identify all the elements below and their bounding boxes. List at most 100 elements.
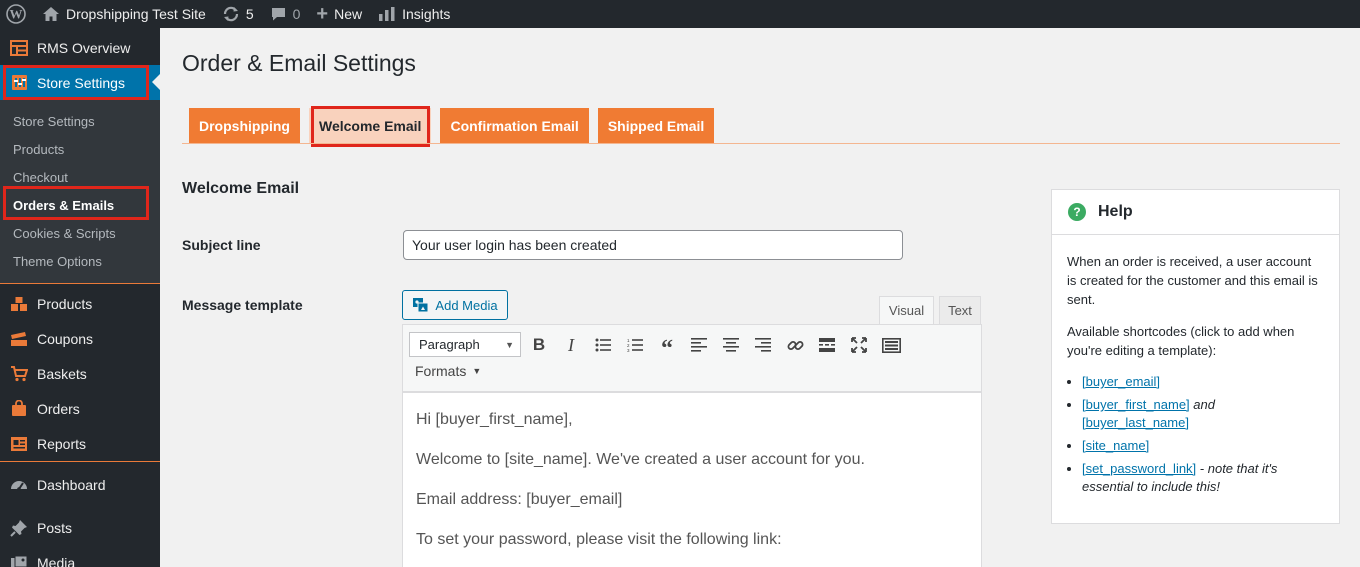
menu-separator <box>0 502 160 510</box>
shortcode-buyer-email[interactable]: [buyer_email] <box>1082 374 1160 389</box>
menu-baskets[interactable]: Baskets <box>0 356 160 391</box>
menu-label: Dashboard <box>37 476 106 493</box>
formats-dropdown[interactable]: Formats ▼ <box>415 363 481 379</box>
align-left-button[interactable] <box>687 334 711 356</box>
report-icon <box>9 434 29 454</box>
shortcode-list: [buyer_email] [buyer_first_name] and [bu… <box>1082 373 1324 496</box>
paragraph-format-select[interactable]: Paragraph ▼ <box>409 332 521 357</box>
shortcode-item: [buyer_email] <box>1082 373 1324 391</box>
toolbar-toggle-button[interactable] <box>879 334 903 356</box>
bullet-list-button[interactable] <box>591 334 615 356</box>
menu-label: RMS Overview <box>37 39 131 56</box>
shortcode-and-text: and <box>1193 397 1215 412</box>
read-more-button[interactable] <box>815 334 839 356</box>
wordpress-logo-button[interactable]: W <box>0 0 34 28</box>
editor-tab-text[interactable]: Text <box>939 296 981 325</box>
menu-products[interactable]: Products <box>0 286 160 321</box>
shortcode-item: [buyer_first_name] and [buyer_last_name] <box>1082 396 1324 432</box>
home-icon <box>42 6 60 22</box>
plus-icon: + <box>316 2 329 25</box>
menu-label: Reports <box>37 435 87 452</box>
grid-icon <box>9 38 29 58</box>
wordpress-logo-icon: W <box>6 4 26 24</box>
svg-text:W: W <box>10 7 23 22</box>
submenu-store-settings[interactable]: Store Settings <box>0 107 160 135</box>
new-content-link[interactable]: + New <box>308 0 370 28</box>
updates-link[interactable]: 5 <box>214 0 262 28</box>
editor-line: Welcome to [site_name]. We've created a … <box>416 451 865 468</box>
menu-reports[interactable]: Reports <box>0 426 160 461</box>
help-header: ? Help <box>1052 190 1339 235</box>
keyboard-icon <box>881 337 901 353</box>
bag-icon <box>9 399 29 419</box>
blockquote-icon: “ <box>661 336 673 362</box>
align-right-button[interactable] <box>751 334 775 356</box>
updates-count: 5 <box>245 6 254 22</box>
message-template-label: Message template <box>182 297 303 313</box>
highlight-orders-emails <box>3 186 149 220</box>
align-center-icon <box>723 338 739 352</box>
submenu-cookies-scripts[interactable]: Cookies & Scripts <box>0 219 160 247</box>
menu-label: Orders <box>37 400 80 417</box>
bold-button[interactable]: B <box>527 334 551 356</box>
message-editor-body[interactable]: Hi [buyer_first_name], Welcome to [site_… <box>402 392 982 567</box>
italic-icon: I <box>568 334 574 355</box>
comments-link[interactable]: 0 <box>262 0 309 28</box>
menu-label: Media <box>37 554 76 567</box>
editor-line: Email address: [buyer_email] <box>416 491 623 508</box>
comment-icon <box>270 6 287 22</box>
highlight-store-settings <box>3 65 149 100</box>
link-icon <box>787 337 804 354</box>
shortcode-site-name[interactable]: [site_name] <box>1082 438 1149 453</box>
submenu-theme-options[interactable]: Theme Options <box>0 247 160 275</box>
menu-rms-overview[interactable]: RMS Overview <box>0 30 160 65</box>
menu-label: Baskets <box>37 365 87 382</box>
fullscreen-button[interactable] <box>847 334 871 356</box>
menu-posts[interactable]: Posts <box>0 510 160 545</box>
editor-toolbar: Paragraph ▼ B I 123 “ Formats ▼ <box>402 324 982 392</box>
shortcode-buyer-first-name[interactable]: [buyer_first_name] <box>1082 397 1190 412</box>
subject-line-input[interactable] <box>403 230 903 260</box>
tabs-divider <box>182 143 1340 144</box>
read-more-icon <box>819 338 835 352</box>
menu-media[interactable]: Media <box>0 545 160 567</box>
refresh-icon <box>222 5 240 23</box>
tab-dropshipping[interactable]: Dropshipping <box>189 108 300 143</box>
insights-link[interactable]: Insights <box>370 0 458 28</box>
blockquote-button[interactable]: “ <box>655 334 679 362</box>
main-content: Order & Email Settings Dropshipping Welc… <box>160 28 1360 567</box>
italic-button[interactable]: I <box>559 334 583 356</box>
ticket-icon <box>9 329 29 349</box>
numbered-list-button[interactable]: 123 <box>623 334 647 356</box>
new-label: New <box>334 6 363 22</box>
site-name-label: Dropshipping Test Site <box>66 6 206 22</box>
select-caret-icon: ▼ <box>505 339 514 350</box>
help-panel: ? Help When an order is received, a user… <box>1051 189 1340 524</box>
editor-tab-visual[interactable]: Visual <box>879 296 934 325</box>
shortcode-buyer-last-name[interactable]: [buyer_last_name] <box>1082 415 1189 430</box>
align-left-icon <box>691 338 707 352</box>
site-name-link[interactable]: Dropshipping Test Site <box>34 0 214 28</box>
format-select-value: Paragraph <box>419 337 480 352</box>
formats-label: Formats <box>415 363 467 379</box>
shortcode-set-password-link[interactable]: [set_password_link] <box>1082 461 1196 476</box>
add-media-label: Add Media <box>435 297 498 313</box>
menu-dashboard[interactable]: Dashboard <box>0 467 160 502</box>
insert-link-button[interactable] <box>783 334 807 356</box>
tab-shipped-email[interactable]: Shipped Email <box>597 108 715 143</box>
tab-confirmation-email[interactable]: Confirmation Email <box>440 108 589 143</box>
highlight-welcome-email-tab <box>311 106 430 147</box>
bar-chart-icon <box>378 6 396 22</box>
menu-coupons[interactable]: Coupons <box>0 321 160 356</box>
boxes-icon <box>9 294 29 314</box>
align-center-button[interactable] <box>719 334 743 356</box>
add-media-button[interactable]: Add Media <box>402 290 508 320</box>
fullscreen-icon <box>851 337 867 353</box>
numbered-list-icon: 123 <box>627 338 643 352</box>
svg-text:3: 3 <box>627 348 630 352</box>
help-description: When an order is received, a user accoun… <box>1067 254 1318 307</box>
align-right-icon <box>755 338 771 352</box>
menu-orders[interactable]: Orders <box>0 391 160 426</box>
insights-label: Insights <box>402 6 451 22</box>
submenu-products[interactable]: Products <box>0 135 160 163</box>
